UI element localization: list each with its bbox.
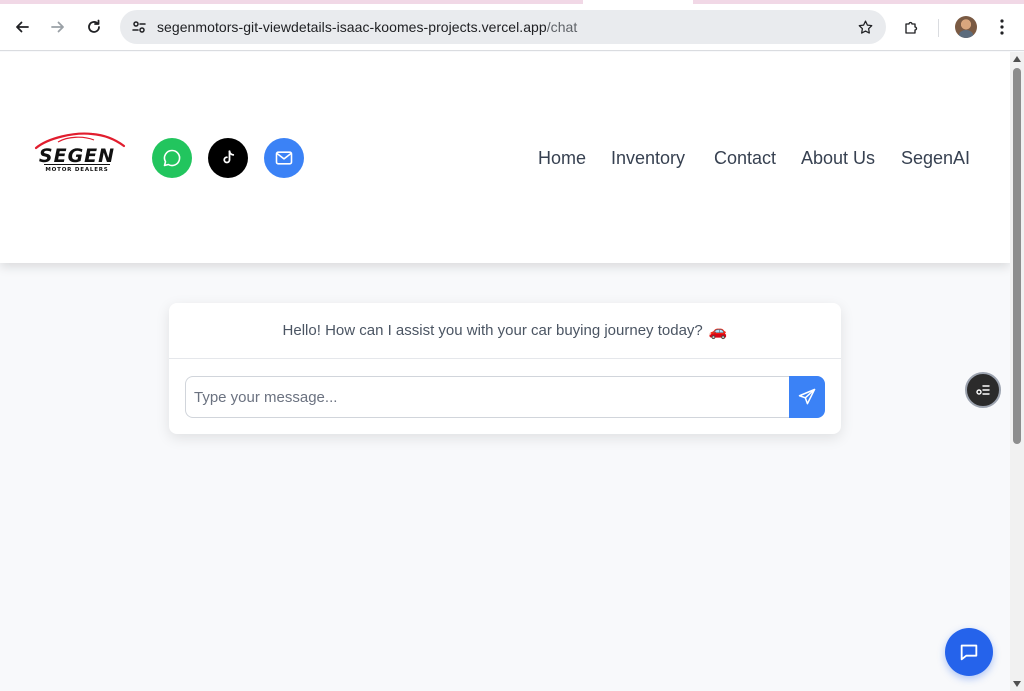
scroll-down-arrow-icon[interactable] [1013, 681, 1021, 687]
car-emoji-icon: 🚗 [708, 322, 728, 340]
browser-menu-button[interactable] [988, 13, 1016, 41]
tiktok-button[interactable] [208, 138, 248, 178]
url-path: /chat [546, 19, 578, 35]
browser-toolbar: segenmotors-git-viewdetails-isaac-koomes… [0, 4, 1024, 51]
bookmark-button[interactable] [854, 16, 876, 38]
whatsapp-button[interactable] [152, 138, 192, 178]
nav-about-us[interactable]: About Us [801, 148, 875, 169]
logo-tagline-text: MOTOR DEALERS [45, 167, 108, 173]
nav-inventory[interactable]: Inventory [611, 148, 685, 169]
chat-card: Hello! How can I assist you with your ca… [169, 303, 841, 434]
nav-home[interactable]: Home [538, 148, 586, 169]
back-arrow-icon [16, 21, 29, 33]
back-button[interactable] [8, 13, 36, 41]
extensions-button[interactable] [898, 13, 926, 41]
scrollbar-thumb[interactable] [1013, 68, 1021, 444]
site-settings-button[interactable] [127, 15, 151, 39]
list-menu-icon [976, 385, 990, 395]
whatsapp-icon [163, 149, 181, 167]
url-host: segenmotors-git-viewdetails-isaac-koomes… [157, 19, 547, 35]
reload-button[interactable] [80, 13, 108, 41]
logo-brand-text: SEGEN [39, 145, 115, 167]
extensions-puzzle-icon [905, 21, 918, 34]
site-settings-icon [132, 21, 146, 33]
reload-icon [88, 19, 100, 33]
chat-message-input[interactable] [185, 376, 789, 418]
profile-avatar-icon[interactable] [955, 16, 977, 38]
scroll-up-arrow-icon[interactable] [1013, 56, 1021, 62]
tiktok-icon [223, 150, 235, 164]
page-scrollbar[interactable] [1010, 52, 1024, 691]
assistant-greeting: Hello! How can I assist you with your ca… [282, 322, 703, 339]
open-chat-button[interactable] [945, 628, 993, 676]
send-button[interactable] [789, 376, 825, 418]
forward-button[interactable] [44, 13, 72, 41]
toolbar-separator [938, 19, 939, 37]
url-text[interactable]: segenmotors-git-viewdetails-isaac-koomes… [157, 19, 577, 35]
segen-logo[interactable]: SEGEN MOTOR DEALERS [28, 130, 126, 174]
floating-menu-button[interactable] [965, 372, 1001, 408]
mail-icon [275, 151, 293, 165]
kebab-menu-icon [1000, 19, 1004, 35]
send-paper-plane-icon [798, 388, 816, 405]
chat-bubble-icon [960, 644, 978, 661]
address-bar[interactable]: segenmotors-git-viewdetails-isaac-koomes… [120, 10, 886, 44]
page-viewport: SEGEN MOTOR DEALERS Home Inventory Conta… [0, 52, 1010, 691]
email-button[interactable] [264, 138, 304, 178]
site-header: SEGEN MOTOR DEALERS Home Inventory Conta… [0, 52, 1010, 263]
forward-arrow-icon [51, 21, 64, 33]
nav-contact[interactable]: Contact [714, 148, 776, 169]
assistant-message: Hello! How can I assist you with your ca… [169, 303, 841, 359]
bookmark-star-icon [858, 19, 872, 34]
nav-segenai[interactable]: SegenAI [901, 148, 970, 169]
